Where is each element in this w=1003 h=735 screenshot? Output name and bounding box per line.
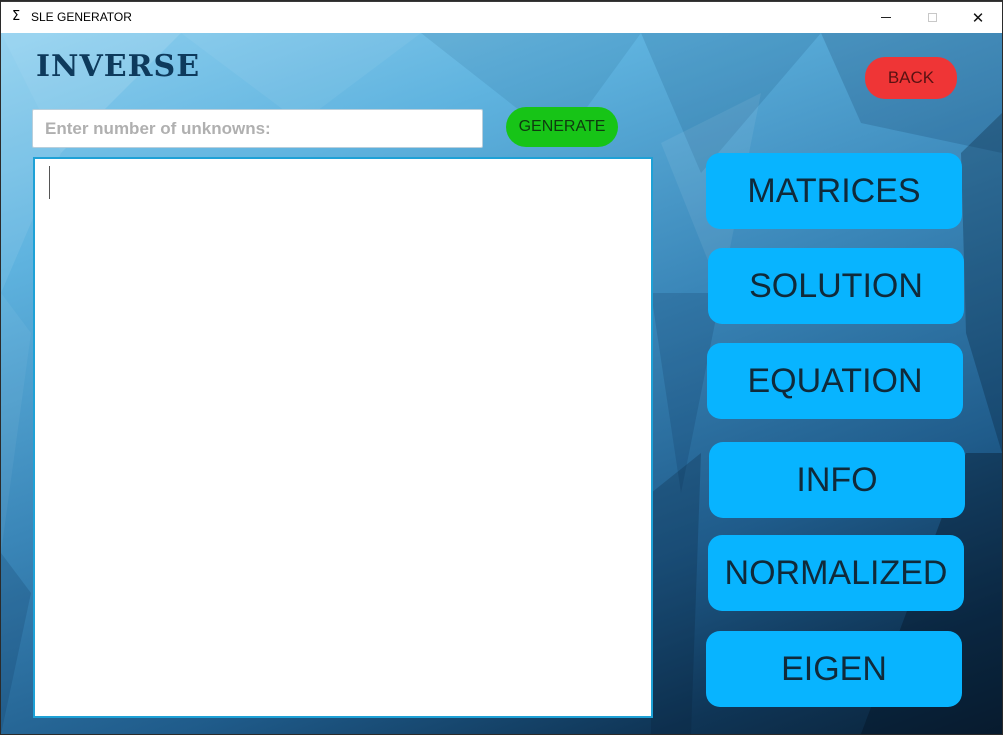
equation-button[interactable]: EQUATION [707,343,963,419]
generate-button[interactable]: GENERATE [506,107,618,147]
maximize-icon [927,13,937,22]
info-button[interactable]: INFO [709,442,965,518]
text-caret [49,166,50,199]
close-button[interactable]: ✕ [955,2,1001,33]
eigen-button[interactable]: EIGEN [706,631,962,707]
sigma-icon: Σ [12,9,21,24]
output-text-area[interactable] [33,157,653,718]
minimize-icon [881,17,891,18]
close-icon: ✕ [971,8,985,27]
unknowns-input[interactable] [32,109,483,148]
matrices-button[interactable]: MATRICES [706,153,962,229]
window-title: SLE GENERATOR [31,10,132,24]
maximize-button[interactable] [909,2,955,33]
page-title: INVERSE [36,49,201,84]
normalized-button[interactable]: NORMALIZED [708,535,964,611]
minimize-button[interactable] [863,2,909,33]
main-panel: INVERSE BACK GENERATE MATRICES SOLUTION … [1,33,1002,734]
solution-button[interactable]: SOLUTION [708,248,964,324]
app-window: Σ SLE GENERATOR ✕ INVERSE BACK Enter num… [0,0,1003,735]
title-bar[interactable]: Σ SLE GENERATOR ✕ [1,1,1002,33]
back-button[interactable]: BACK [865,57,957,99]
